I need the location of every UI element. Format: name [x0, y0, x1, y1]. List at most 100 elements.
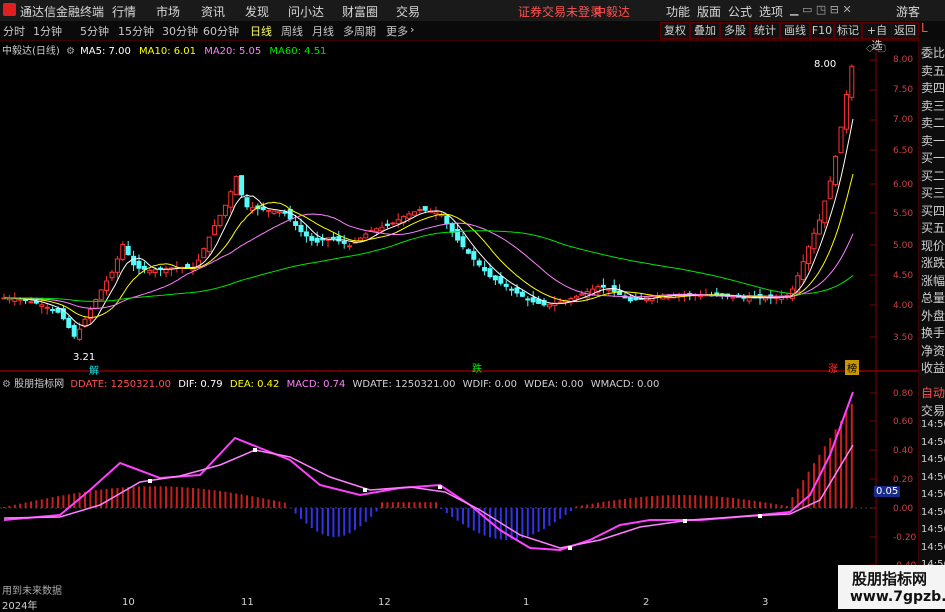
menu-function[interactable]: 功能	[666, 3, 690, 20]
chart-close-icon[interactable]: ◇ ▢	[866, 43, 886, 54]
menu-layout[interactable]: 版面	[697, 3, 721, 20]
panel-item[interactable]: 委比	[921, 44, 945, 61]
panel-item[interactable]: 总量	[921, 289, 945, 306]
candle-body	[152, 269, 158, 273]
menu-exchange[interactable]: 市场	[156, 3, 180, 20]
period-tab-daily[interactable]: 日线	[250, 23, 272, 39]
menu-options[interactable]: 选项	[759, 3, 783, 20]
menu-news[interactable]: 资讯	[201, 3, 225, 20]
panel-item[interactable]: 卖三	[921, 97, 945, 114]
ddate-value: DDATE: 1250321.00	[70, 379, 172, 390]
panel-item[interactable]: 买四	[921, 202, 945, 219]
dif-line	[3, 391, 854, 552]
candle-body	[276, 211, 282, 214]
panel-item[interactable]: 买五	[921, 219, 945, 236]
panel-corner[interactable]: L	[921, 21, 928, 35]
period-tab-more[interactable]: 更多	[386, 23, 408, 39]
title-bar: 通达信金融终端 行情 市场 资讯 发现 问小达 财富圈 交易 证券交易未登录 中…	[0, 0, 945, 22]
panel-time-item[interactable]: 14:56	[921, 419, 945, 430]
panel-item[interactable]: 涨跌	[921, 254, 945, 271]
panel-item[interactable]: 卖五	[921, 62, 945, 79]
period-tab[interactable]: 周线	[281, 23, 303, 39]
login-notice[interactable]: 证券交易未登录	[518, 3, 602, 20]
period-tab[interactable]: 多周期	[343, 23, 376, 39]
candle-body	[444, 215, 450, 225]
panel-time-item[interactable]: 14:56	[921, 472, 945, 483]
candle-body	[746, 297, 752, 302]
multi-stock-button[interactable]: 多股	[720, 22, 750, 39]
candle-body	[800, 261, 806, 280]
f10-button[interactable]: F10	[810, 22, 834, 39]
period-tab[interactable]: 分时	[3, 23, 25, 39]
badge-zhang[interactable]: 涨	[826, 360, 840, 375]
panel-time-item[interactable]: 14:56	[921, 437, 945, 448]
menu-market[interactable]: 行情	[112, 3, 136, 20]
period-tab[interactable]: 5分钟	[80, 23, 109, 39]
more-chevron-icon[interactable]: ›	[410, 23, 414, 36]
candle-body	[125, 245, 131, 256]
restore-rights-button[interactable]: 复权	[660, 22, 690, 39]
candle-body	[347, 245, 353, 248]
panel-item[interactable]: 收益	[921, 359, 945, 376]
panel-time-item[interactable]: 14:56	[921, 524, 945, 535]
candle-body	[492, 275, 498, 281]
panel-item[interactable]: 卖一	[921, 132, 945, 149]
settings-gear-icon[interactable]: ⚙	[66, 46, 75, 57]
panel-item[interactable]: 换手	[921, 324, 945, 341]
period-tab[interactable]: 60分钟	[203, 23, 239, 39]
menu-discover[interactable]: 发现	[245, 3, 269, 20]
candle-body	[600, 284, 606, 288]
add-favorite-button[interactable]: +自选	[862, 22, 892, 52]
panel-time-item[interactable]: 14:56	[921, 454, 945, 465]
period-tab[interactable]: 1分钟	[33, 23, 62, 39]
panel-time-item[interactable]: 自动	[921, 384, 945, 401]
menu-ask[interactable]: 问小达	[288, 3, 324, 20]
panel-time-item[interactable]: 14:56	[921, 507, 945, 518]
panel-item[interactable]: 涨幅	[921, 272, 945, 289]
main-chart-legend: 中毅达(日线) ⚙ MA5: 7.00 MA10: 6.01 MA20: 5.0…	[2, 42, 326, 57]
ma60-value: MA60: 4.51	[269, 46, 327, 57]
panel-time-item[interactable]: 交易	[921, 402, 945, 419]
period-tab[interactable]: 30分钟	[162, 23, 198, 39]
candle-body	[271, 210, 277, 214]
window-controls[interactable]: ▁ ▭ ◳ ⊟ ✕	[790, 3, 852, 16]
candle-body	[222, 204, 228, 216]
panel-item[interactable]: 买一	[921, 149, 945, 166]
panel-item[interactable]: 外盘	[921, 307, 945, 324]
period-tab[interactable]: 月线	[312, 23, 334, 39]
guest-label[interactable]: 游客	[896, 3, 920, 20]
panel-time-item[interactable]: 14:56	[921, 489, 945, 500]
statistics-button[interactable]: 统计	[750, 22, 780, 39]
candle-body	[136, 260, 142, 269]
menu-formula[interactable]: 公式	[728, 3, 752, 20]
mark-button[interactable]: 标记	[834, 22, 862, 39]
panel-item[interactable]: 净资	[921, 342, 945, 359]
y-tick: 6.00	[893, 180, 914, 190]
panel-item[interactable]: 买三	[921, 184, 945, 201]
period-tab[interactable]: 15分钟	[118, 23, 154, 39]
y-tick: 7.50	[893, 85, 914, 95]
indicator-gear-icon[interactable]: ⚙	[2, 379, 11, 390]
menu-wealth[interactable]: 财富圈	[342, 3, 378, 20]
candle-body	[17, 298, 23, 301]
panel-item[interactable]: 买二	[921, 167, 945, 184]
panel-item[interactable]: 卖二	[921, 114, 945, 131]
menu-trade[interactable]: 交易	[396, 3, 420, 20]
panel-time-item[interactable]: 14:56	[921, 542, 945, 553]
candle-body	[422, 206, 428, 211]
panel-item[interactable]: 现价	[921, 237, 945, 254]
chart-area[interactable]	[0, 40, 918, 585]
candle-body	[206, 236, 212, 253]
back-button[interactable]: 返回	[891, 22, 919, 39]
signal-marker	[683, 519, 687, 523]
candle-body	[228, 191, 234, 208]
candle-body	[282, 211, 288, 214]
badge-die[interactable]: 跌	[470, 360, 484, 375]
overlay-button[interactable]: 叠加	[690, 22, 720, 39]
badge-bang[interactable]: 榜	[845, 360, 859, 375]
panel-item[interactable]: 卖四	[921, 79, 945, 96]
candle-body	[822, 200, 828, 224]
draw-line-button[interactable]: 画线	[780, 22, 810, 39]
candle-body	[201, 248, 207, 259]
candle-body	[39, 304, 45, 307]
